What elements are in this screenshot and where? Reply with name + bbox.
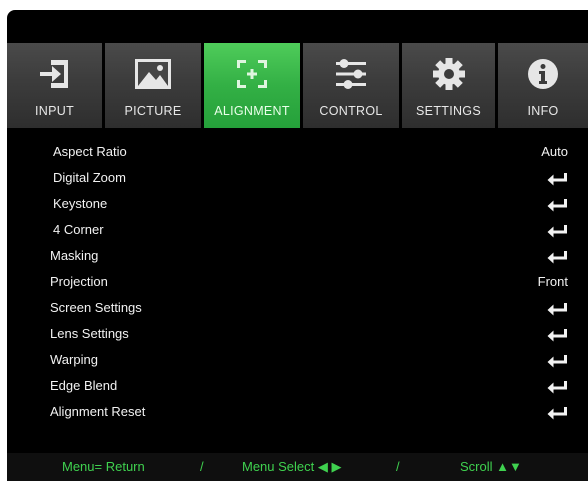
tab-control[interactable]: CONTROL [303,43,399,128]
tab-label: CONTROL [319,104,383,118]
menu-item-edge-blend[interactable]: Edge Blend [7,374,588,400]
menu-item-label: Edge Blend [50,378,118,393]
tab-label: SETTINGS [416,104,481,118]
alignment-icon [204,57,300,91]
tab-alignment[interactable]: ALIGNMENT [204,43,300,128]
help-footer: Menu= Return / Menu Select ◀ ▶ / Scroll … [7,453,588,481]
menu-item-label: Digital Zoom [53,170,126,185]
menu-item-label: 4 Corner [53,222,104,237]
control-icon [303,57,399,91]
menu-item-warping[interactable]: Warping [7,348,588,374]
tab-info[interactable]: INFO [498,43,588,128]
menu-item-digital-zoom[interactable]: Digital Zoom [7,166,588,192]
footer-separator: / [396,459,400,474]
menu-return-hint: Menu= Return [62,459,145,474]
menu-item-masking[interactable]: Masking [7,244,588,270]
menu-item-label: Projection [50,274,108,289]
menu-item-screen-settings[interactable]: Screen Settings [7,296,588,322]
settings-icon [402,57,495,91]
enter-icon [547,355,567,368]
menu-item-label: Masking [50,248,99,263]
tab-picture[interactable]: PICTURE [105,43,201,128]
enter-icon [547,251,567,264]
scroll-hint: Scroll ▲▼ [460,459,522,474]
tab-bar: INPUT PICTURE ALIGNMENT CONTROL SETTINGS… [7,43,588,128]
menu-item-label: Screen Settings [50,300,142,315]
enter-icon [547,199,567,212]
aspect-ratio-value: Auto [541,144,568,159]
enter-icon [547,381,567,394]
menu-select-hint: Menu Select ◀ ▶ [242,459,342,474]
tab-settings[interactable]: SETTINGS [402,43,495,128]
menu-item-alignment-reset[interactable]: Alignment Reset [7,400,588,426]
tab-input[interactable]: INPUT [7,43,102,128]
tab-label: INPUT [35,104,74,118]
menu-item-label: Aspect Ratio [53,144,127,159]
tab-label: ALIGNMENT [214,104,290,118]
menu-item-label: Warping [50,352,98,367]
enter-icon [547,303,567,316]
tab-label: PICTURE [124,104,182,118]
picture-icon [105,57,201,91]
menu-item-label: Keystone [53,196,108,211]
osd-menu: INPUT PICTURE ALIGNMENT CONTROL SETTINGS… [7,10,588,481]
enter-icon [547,329,567,342]
enter-icon [547,173,567,186]
info-icon [498,57,588,91]
menu-item-label: Lens Settings [50,326,129,341]
menu-item-lens-settings[interactable]: Lens Settings [7,322,588,348]
tab-label: INFO [527,104,559,118]
enter-icon [547,225,567,238]
footer-separator: / [200,459,204,474]
menu-item-projection[interactable]: Projection Front [7,270,588,296]
enter-icon [547,407,567,420]
menu-item-label: Alignment Reset [50,404,146,419]
menu-item-keystone[interactable]: Keystone [7,192,588,218]
projection-value: Front [537,274,568,289]
menu-item-4-corner[interactable]: 4 Corner [7,218,588,244]
input-icon [7,57,102,91]
menu-item-aspect-ratio[interactable]: Aspect Ratio Auto [7,140,588,166]
